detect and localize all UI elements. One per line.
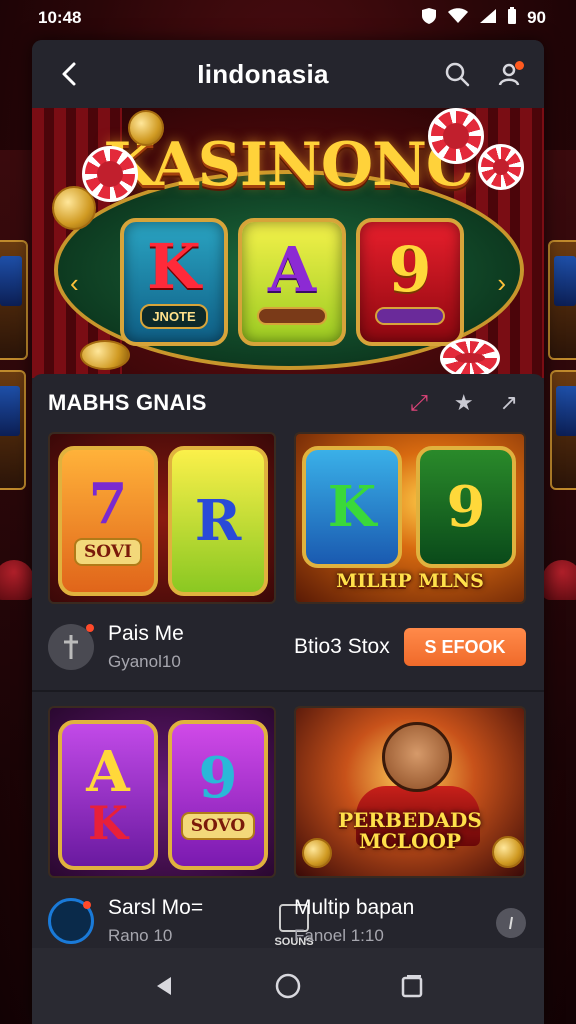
slot-machine-decor — [548, 240, 576, 360]
reel-symbol: 9 — [388, 233, 432, 306]
chip-decor — [478, 144, 524, 190]
game-thumbnail[interactable]: 7 SOVI R — [48, 432, 276, 604]
app-window: Iindonasia KASINONC K JNOTE A 9 ‹ › MABH… — [32, 40, 544, 1024]
game-name: Pais Me — [108, 622, 184, 645]
banner-reel: 9 — [356, 218, 464, 346]
chip-decor — [82, 146, 138, 202]
battery-level: 90 — [527, 8, 546, 27]
system-nav-bar — [32, 948, 544, 1024]
game-name: Btio3 Stox — [294, 635, 390, 658]
nav-recents-icon[interactable] — [392, 966, 432, 1006]
section-title: MABHS GNAIS — [48, 390, 207, 415]
game-name: Sarsl Mo= — [108, 896, 204, 919]
avatar[interactable] — [48, 898, 94, 944]
more-icon[interactable] — [496, 908, 526, 938]
arrow-icon[interactable]: ↗ — [500, 390, 518, 416]
coin-decor — [80, 340, 130, 370]
play-button[interactable]: S EFOOK — [404, 628, 526, 666]
game-card[interactable]: PERBEDADS MCLOOP Multip bapan Fanoel 1:1… — [294, 706, 526, 964]
reel-symbol: K — [147, 229, 201, 303]
slot-machine-decor — [550, 370, 576, 490]
sort-icon[interactable]: ⤢ — [410, 390, 428, 416]
game-subtitle: Rano 10 — [108, 926, 173, 945]
game-name: Multip bapan — [294, 896, 415, 919]
game-subtitle: Fanoel 1:10 — [294, 926, 384, 945]
status-time: 10:48 — [38, 8, 82, 27]
games-grid: 7 SOVI R Pais Me Gyanol10 K 9 MILHP MLNS… — [48, 432, 528, 690]
page-title: Iindonasia — [197, 58, 329, 89]
games-grid: A K 9 SOVO Sarsl Mo= Rano 10 SOUNS PERBE… — [48, 706, 528, 964]
game-thumbnail[interactable]: PERBEDADS MCLOOP — [294, 706, 526, 878]
chip-decor — [440, 338, 500, 378]
character-image — [382, 722, 452, 792]
game-card[interactable]: K 9 MILHP MLNS Btio3 Stox S EFOOK — [294, 432, 526, 690]
game-thumbnail[interactable]: K 9 MILHP MLNS — [294, 432, 526, 604]
banner-next-icon[interactable]: › — [497, 268, 506, 299]
promo-banner[interactable]: KASINONC K JNOTE A 9 ‹ › — [32, 108, 544, 378]
game-card[interactable]: A K 9 SOVO Sarsl Mo= Rano 10 SOUNS — [48, 706, 314, 964]
nav-home-icon[interactable] — [268, 966, 308, 1006]
game-subtitle: Gyanol10 — [108, 652, 181, 671]
slot-machine-decor — [0, 240, 28, 360]
top-app-bar: Iindonasia — [32, 40, 544, 108]
shield-icon — [421, 7, 437, 30]
banner-reel: K JNOTE — [120, 218, 228, 346]
reel-tag: JNOTE — [140, 303, 208, 329]
coin-decor — [128, 110, 164, 146]
back-arrow-icon[interactable] — [52, 57, 86, 91]
reel-symbol: A — [267, 233, 317, 306]
star-icon[interactable]: ★ — [454, 390, 474, 416]
search-icon[interactable] — [440, 57, 474, 91]
game-thumbnail[interactable]: A K 9 SOVO — [48, 706, 276, 878]
signal-icon — [479, 8, 497, 29]
notification-dot — [514, 61, 524, 70]
nav-back-icon[interactable] — [144, 966, 184, 1006]
user-settings-icon[interactable] — [494, 57, 528, 91]
slot-machine-decor — [0, 370, 26, 490]
stool-decor — [542, 560, 576, 600]
battery-icon — [507, 6, 517, 30]
status-bar: 10:48 90 — [0, 0, 576, 36]
divider — [32, 690, 544, 692]
game-card[interactable]: 7 SOVI R Pais Me Gyanol10 — [48, 432, 276, 690]
games-section: MABHS GNAIS ⤢ ★ ↗ 7 SOVI R Pais Me Gyano… — [32, 374, 544, 964]
banner-reel: A — [238, 218, 346, 346]
banner-prev-icon[interactable]: ‹ — [70, 268, 79, 299]
stool-decor — [0, 560, 34, 600]
chip-decor — [428, 108, 484, 164]
wifi-icon — [447, 7, 469, 29]
avatar[interactable] — [48, 624, 94, 670]
